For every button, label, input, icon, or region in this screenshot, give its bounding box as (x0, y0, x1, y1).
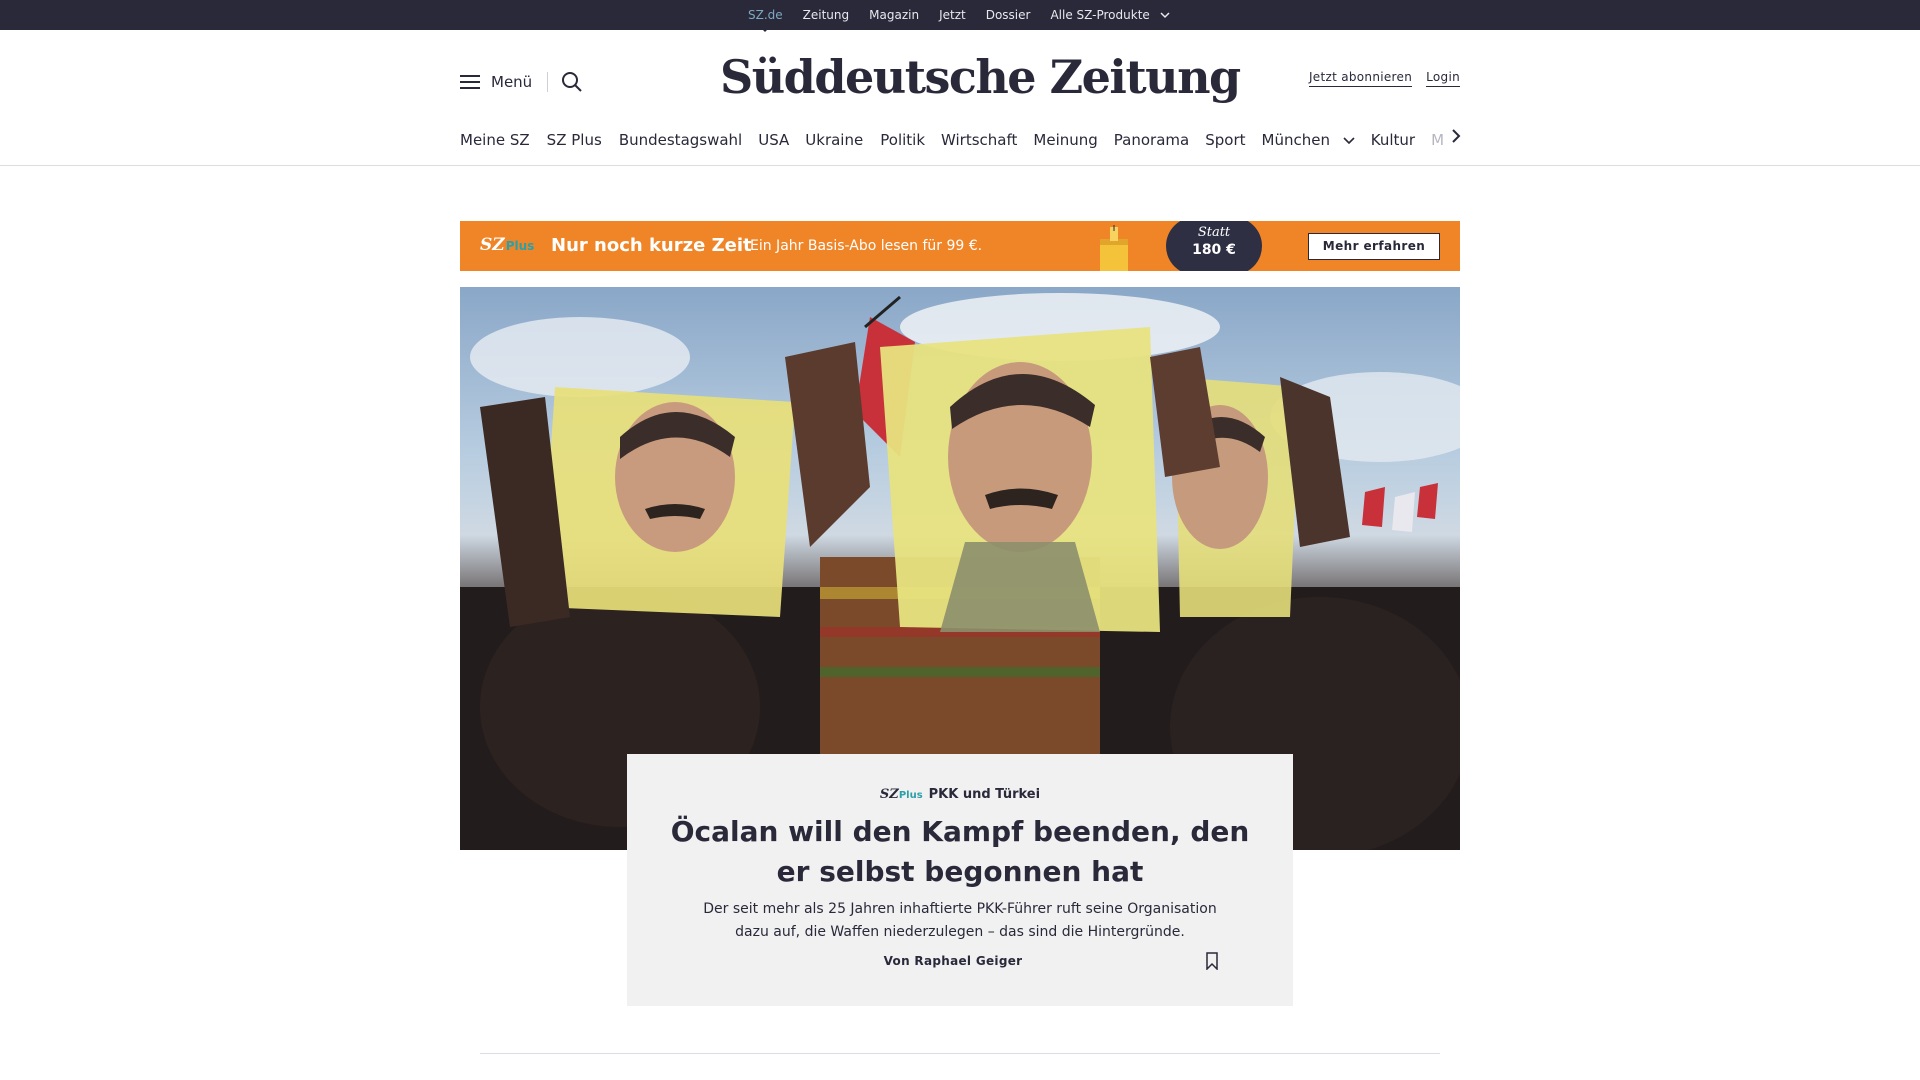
nav-item-panorama[interactable]: Panorama (1114, 131, 1205, 149)
sz-plus-logo: SZPlus (480, 235, 534, 255)
nav-item-kultur[interactable]: Kultur (1371, 131, 1431, 149)
nav-item-muenchen[interactable]: München (1262, 131, 1371, 149)
bookmark-icon[interactable] (1205, 952, 1219, 971)
nav-item-ukraine[interactable]: Ukraine (805, 131, 879, 149)
kicker-label: PKK und Türkei (928, 787, 1041, 802)
article-title[interactable]: Öcalan will den Kampf beenden, den er se… (667, 812, 1253, 892)
top-bar: SZ.de Zeitung Magazin Jetzt Dossier Alle… (0, 0, 1920, 32)
article-byline: Von Raphael Geiger (883, 954, 1023, 968)
sz-plus-logo-sz: SZ (480, 235, 505, 255)
promo-headline: Nur noch kurze Zeit (551, 235, 752, 256)
site-logo[interactable]: Süddeutsche Zeitung (720, 46, 1241, 108)
top-link-zeitung[interactable]: Zeitung (803, 8, 849, 22)
nav-scroll-right-button[interactable] (1448, 128, 1464, 147)
article-kicker: SZPlus PKK und Türkei (627, 787, 1293, 802)
sz-plus-badge-sz: SZ (879, 787, 899, 802)
top-link-all-products[interactable]: Alle SZ-Produkte (1050, 8, 1170, 22)
nav-divider (0, 165, 1920, 166)
nav-item-meinung[interactable]: Meinung (1033, 131, 1113, 149)
old-price-label: Statt (1197, 225, 1231, 240)
menu-label: Menü (491, 73, 533, 91)
promo-banner[interactable]: SZPlus Nur noch kurze Zeit Ein Jahr Basi… (460, 221, 1460, 271)
old-price-value: 180 € (1192, 242, 1236, 258)
chevron-down-icon (1343, 135, 1355, 148)
subscribe-link[interactable]: Jetzt abonnieren (1308, 70, 1413, 87)
search-icon[interactable] (561, 71, 583, 93)
article-teaser[interactable]: SZPlus PKK und Türkei Öcalan will den Kam… (627, 754, 1293, 1006)
nav-item-bundestagswahl[interactable]: Bundestagswahl (619, 131, 758, 149)
box-illustration-icon (1094, 225, 1134, 271)
nav-item-sport[interactable]: Sport (1205, 131, 1261, 149)
login-link[interactable]: Login (1426, 70, 1460, 87)
old-price-badge: Statt 180 € (1166, 221, 1262, 271)
promo-text: Ein Jahr Basis-Abo lesen für 99 €. (750, 238, 983, 254)
chevron-right-icon (1452, 129, 1461, 143)
mehr-erfahren-button[interactable]: Mehr erfahren (1308, 233, 1440, 260)
top-link-dossier[interactable]: Dossier (986, 8, 1031, 22)
main-nav: Meine SZ SZ Plus Bundestagswahl USA Ukra… (460, 128, 1460, 152)
menu-button[interactable]: Menü (460, 70, 532, 94)
section-divider (480, 1053, 1440, 1054)
header-divider (547, 72, 548, 92)
sz-plus-logo-plus: Plus (505, 239, 535, 253)
top-link-all-products-label: Alle SZ-Produkte (1050, 8, 1150, 22)
nav-item-sz-plus[interactable]: SZ Plus (547, 131, 618, 149)
top-link-jetzt[interactable]: Jetzt (939, 8, 966, 22)
hamburger-icon (460, 75, 480, 89)
nav-item-politik[interactable]: Politik (880, 131, 941, 149)
nav-item-wirtschaft[interactable]: Wirtschaft (941, 131, 1033, 149)
top-link-magazin[interactable]: Magazin (869, 8, 919, 22)
nav-item-muenchen-label: München (1261, 131, 1330, 149)
top-link-sz-de[interactable]: SZ.de (748, 8, 783, 32)
sz-plus-badge-plus: Plus (898, 790, 923, 801)
account-links: Jetzt abonnieren Login (1308, 70, 1460, 87)
article-dek: Der seit mehr als 25 Jahren inhaftierte … (703, 901, 1217, 940)
nav-item-usa[interactable]: USA (758, 131, 805, 149)
chevron-down-icon (1160, 11, 1170, 22)
top-product-nav: SZ.de Zeitung Magazin Jetzt Dossier Alle… (748, 0, 1190, 32)
nav-item-meine-sz[interactable]: Meine SZ (460, 131, 546, 149)
